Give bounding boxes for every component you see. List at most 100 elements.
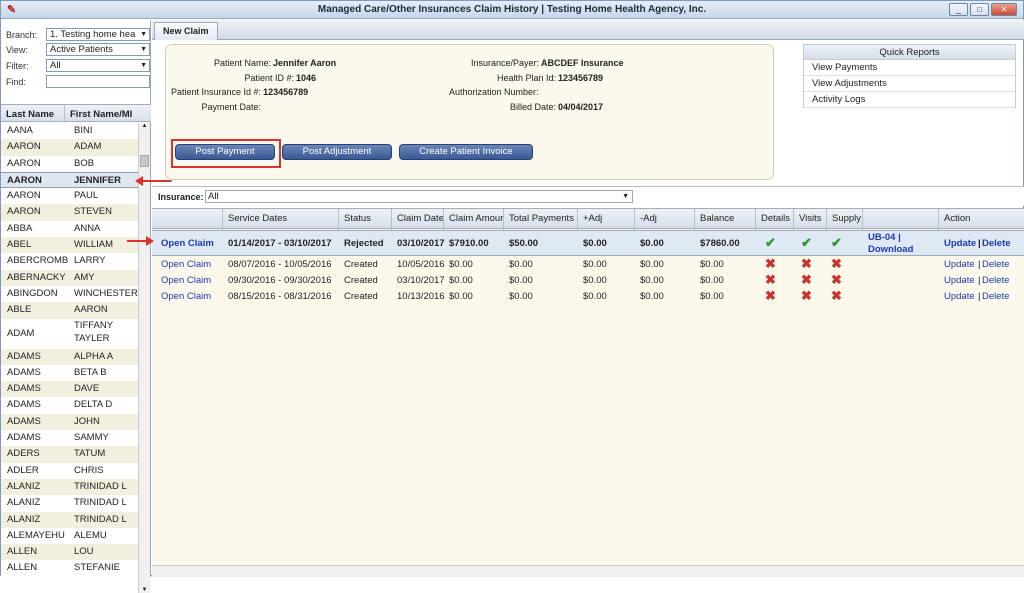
patient-row[interactable]: ADAMS DAVE	[1, 381, 138, 398]
claim-row[interactable]: Open Claim 01/14/2017 - 03/10/2017 Rejecte…	[152, 230, 1024, 256]
annotation-arrow-patient	[135, 176, 172, 186]
patient-row[interactable]: ABERNACKY AMY	[1, 269, 138, 286]
branch-row: Branch: 1. Testing home hea ▼	[6, 28, 150, 41]
patient-first-name: TIFFANY TAYLER	[74, 319, 113, 344]
post-payment-button[interactable]: Post Payment	[175, 144, 275, 160]
patient-last-name: ADAM	[7, 327, 35, 339]
patient-first-name: DELTA D	[74, 399, 113, 411]
patient-row[interactable]: ADAMS JOHN	[1, 413, 138, 431]
scroll-thumb[interactable]	[140, 155, 149, 167]
patient-row[interactable]: ADAMS SAMMY	[1, 430, 138, 446]
minus-adj: $0.00	[640, 291, 664, 302]
col-header[interactable]: Claim Amount	[443, 209, 503, 230]
open-claim-link[interactable]: Open Claim	[156, 238, 214, 249]
col-header[interactable]: +Adj	[577, 209, 634, 230]
col-header[interactable]: Supply	[826, 209, 862, 230]
patient-row[interactable]: ADAMS BETA B	[1, 365, 138, 381]
patient-row[interactable]: AARON ADAM	[1, 139, 138, 156]
patient-row[interactable]: AARON STEVEN	[1, 204, 138, 221]
update-link[interactable]: Update	[939, 291, 975, 302]
patient-row[interactable]: AARON PAUL	[1, 188, 138, 204]
patient-row[interactable]: ADAM TIFFANY TAYLER	[1, 319, 138, 349]
col-header[interactable]: Balance	[694, 209, 755, 230]
patient-row[interactable]: ABINGDON WINCHESTER	[1, 286, 138, 302]
claim-row[interactable]: Open Claim 09/30/2016 - 09/30/2016 Created…	[152, 272, 1024, 289]
find-input[interactable]	[46, 75, 150, 88]
balance: $0.00	[700, 259, 724, 270]
patient-row[interactable]: AARON BOB	[1, 156, 138, 172]
patient-row[interactable]: ALLEN LOU	[1, 544, 138, 561]
col-header[interactable]: Total Payments	[503, 209, 577, 230]
col-header[interactable]: Visits	[793, 209, 826, 230]
scroll-up-icon[interactable]: ▲	[139, 123, 150, 129]
update-link[interactable]: Update	[939, 259, 975, 270]
update-link[interactable]: Update	[939, 238, 976, 249]
scroll-down-icon[interactable]: ▼	[139, 587, 150, 593]
patient-last-name: ALANIZ	[7, 497, 41, 509]
branch-select[interactable]: 1. Testing home hea ▼	[46, 28, 150, 41]
patient-last-name: ABERNACKY	[7, 271, 66, 283]
update-link[interactable]: Update	[939, 275, 975, 286]
view-label: View:	[6, 45, 28, 55]
download-link[interactable]: Download	[863, 244, 913, 255]
patient-first-name: WINCHESTER	[74, 287, 138, 299]
col-header[interactable]: -Adj	[634, 209, 694, 230]
view-adjustments-link[interactable]: View Adjustments	[804, 76, 1015, 92]
delete-link[interactable]: Delete	[977, 275, 1009, 286]
maximize-button[interactable]: □	[970, 3, 989, 16]
patient-row[interactable]: AANA BINI	[1, 123, 138, 139]
patient-row[interactable]: ALLEN STEFANIE	[1, 560, 138, 576]
tab-new-claim[interactable]: New Claim	[154, 22, 218, 40]
billed-date: 04/04/2017	[558, 102, 604, 112]
post-adjustment-button[interactable]: Post Adjustment	[282, 144, 392, 160]
details-status-icon: ✖	[765, 256, 776, 271]
delete-link[interactable]: Delete	[977, 259, 1009, 270]
col-header[interactable]: Claim Date	[391, 209, 443, 230]
col-header[interactable]	[152, 209, 222, 230]
col-header[interactable]: Action	[938, 209, 1024, 230]
create-invoice-button[interactable]: Create Patient Invoice	[399, 144, 533, 160]
ub04-link[interactable]: UB-04 |	[863, 232, 901, 243]
patient-row[interactable]: ADAMS DELTA D	[1, 397, 138, 413]
col-header[interactable]: Service Dates	[222, 209, 338, 230]
view-payments-link[interactable]: View Payments	[804, 60, 1015, 76]
patient-row[interactable]: ABEL WILLIAM	[1, 237, 138, 254]
close-button[interactable]: ✕	[991, 3, 1017, 16]
delete-link[interactable]: Delete	[977, 291, 1009, 302]
patient-row[interactable]: ABERCROMBI LARRY	[1, 253, 138, 269]
claims-grid-scrollbar[interactable]	[152, 565, 1024, 577]
patient-list-scrollbar[interactable]: ▲ ▼	[138, 123, 150, 593]
col-header[interactable]	[862, 209, 938, 230]
claim-date: 03/10/2017	[397, 238, 445, 249]
claim-row[interactable]: Open Claim 08/07/2016 - 10/05/2016 Created…	[152, 256, 1024, 273]
col-header[interactable]: Details	[755, 209, 793, 230]
activity-logs-link[interactable]: Activity Logs	[804, 92, 1015, 108]
patient-list: AANA BINI AARON ADAM AARON BOB AARON JENNIFER AA…	[1, 123, 138, 593]
patient-row[interactable]: AARON JENNIFER	[1, 171, 138, 189]
patient-row[interactable]: ADERS TATUM	[1, 446, 138, 463]
patient-last-name: ABBA	[7, 222, 33, 234]
patient-row[interactable]: ABLE AARON	[1, 302, 138, 319]
patient-last-name: ADERS	[7, 448, 40, 460]
patient-row[interactable]: ADLER CHRIS	[1, 463, 138, 479]
open-claim-link[interactable]: Open Claim	[156, 259, 211, 270]
col-first-name[interactable]: First Name/MI	[65, 105, 137, 121]
open-claim-link[interactable]: Open Claim	[156, 275, 211, 286]
patient-row[interactable]: ADAMS ALPHA A	[1, 348, 138, 365]
claim-status: Created	[344, 259, 378, 270]
patient-row[interactable]: ALANIZ TRINIDAD L	[1, 495, 138, 511]
col-header[interactable]: Status	[338, 209, 391, 230]
insurance-select[interactable]: All ▼	[205, 190, 633, 203]
patient-row[interactable]: ALEMAYEHU ALEMU	[1, 528, 138, 544]
patient-row[interactable]: ALANIZ TRINIDAD L	[1, 511, 138, 528]
filter-select[interactable]: All ▼	[46, 59, 150, 72]
minimize-button[interactable]: _	[949, 3, 968, 16]
delete-link[interactable]: Delete	[977, 238, 1011, 249]
visits-status-icon: ✖	[801, 272, 812, 287]
col-last-name[interactable]: Last Name	[1, 105, 65, 121]
open-claim-link[interactable]: Open Claim	[156, 291, 211, 302]
patient-row[interactable]: ABBA ANNA	[1, 221, 138, 237]
patient-row[interactable]: ALANIZ TRINIDAD L	[1, 478, 138, 496]
view-select[interactable]: Active Patients ▼	[46, 43, 150, 56]
claim-row[interactable]: Open Claim 08/15/2016 - 08/31/2016 Created…	[152, 288, 1024, 305]
